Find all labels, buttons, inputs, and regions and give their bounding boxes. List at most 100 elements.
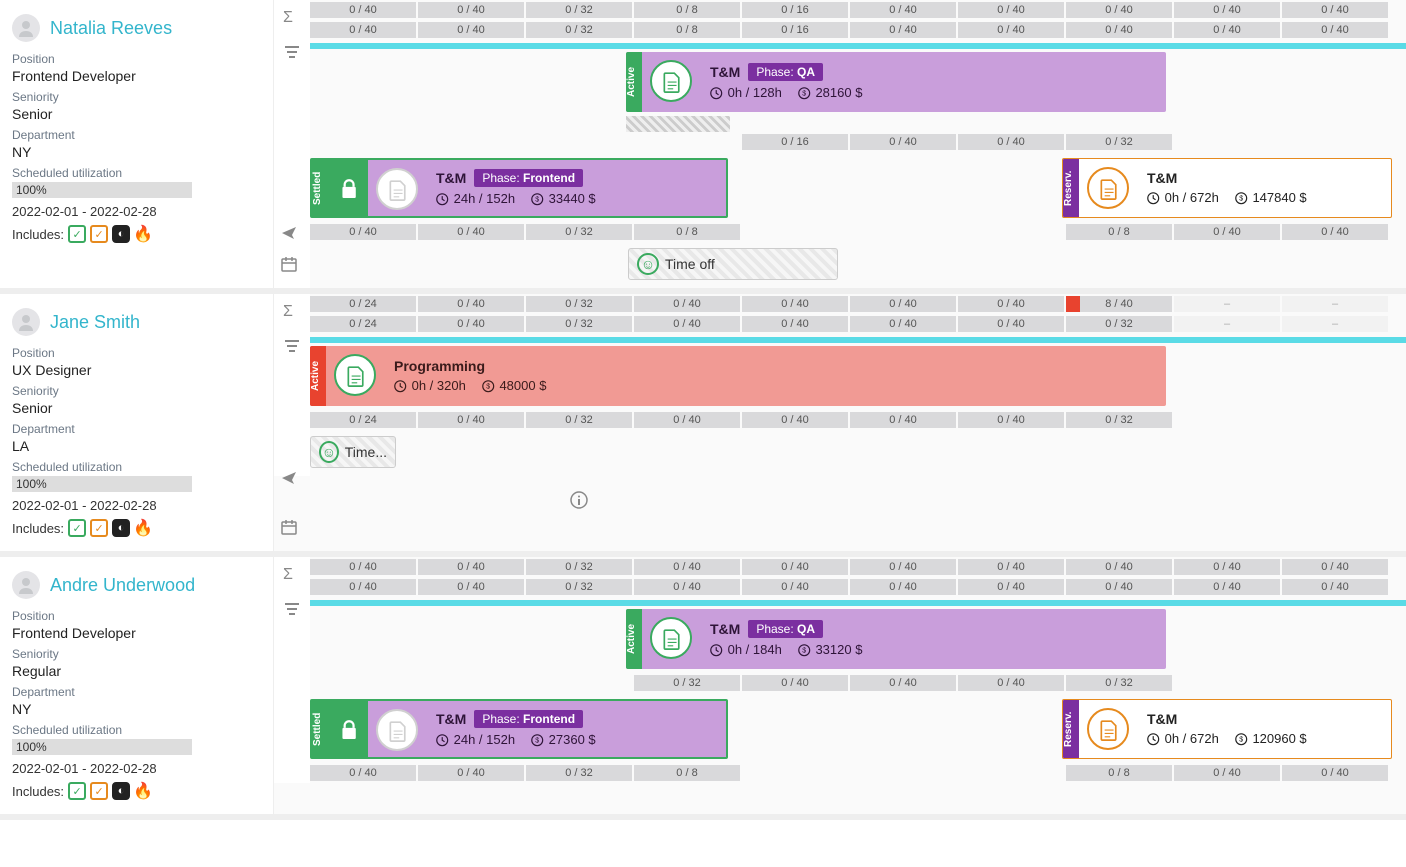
flame-icon: 🔥 (134, 225, 152, 243)
allocation-cell: 0 / 40 (1174, 765, 1280, 781)
allocation-cell: – (1282, 296, 1388, 312)
allocation-block[interactable]: Active Programming 0h / 320h 48000 $ (310, 346, 1166, 406)
allocation-cell: 0 / 40 (850, 559, 956, 575)
row-icon-column (274, 294, 310, 476)
status-tab: Reserv. (1063, 700, 1079, 758)
allocation-block[interactable]: Active T&M Phase: QA 0h / 184h 33120 $ (626, 609, 1166, 669)
allocation-block[interactable]: Reserv. T&M 0h / 672h 147840 $ (1062, 158, 1392, 218)
allocation-cell: 0 / 32 (526, 765, 632, 781)
flame-icon: 🔥 (134, 782, 152, 800)
person-name-link[interactable]: Jane Smith (50, 312, 140, 333)
label-position: Position (12, 52, 261, 66)
status-tab: Settled (312, 160, 328, 216)
timeline-marker (310, 337, 1406, 343)
allocation-cell: 0 / 40 (1282, 22, 1388, 38)
allocation-cell: 0 / 40 (1282, 579, 1388, 595)
includes-row: Includes: ✓ ✓ ◐ 🔥 (12, 225, 261, 243)
cost-stat: 28160 $ (798, 85, 863, 101)
allocation-cell: 0 / 32 (1066, 412, 1172, 428)
allocation-cell: 0 / 40 (1282, 2, 1388, 18)
allocation-cell: 0 / 40 (634, 296, 740, 312)
value-seniority: Senior (12, 106, 261, 122)
allocation-cell: 0 / 40 (310, 579, 416, 595)
allocation-cell: 0 / 32 (526, 224, 632, 240)
date-range: 2022-02-01 - 2022-02-28 (12, 498, 261, 513)
status-chip-reserved-icon: ✓ (90, 782, 108, 800)
person-name-link[interactable]: Andre Underwood (50, 575, 195, 596)
allocation-block[interactable]: Reserv. T&M 0h / 672h 120960 $ (1062, 699, 1392, 759)
hash-cell (626, 116, 730, 132)
plane-icon[interactable] (280, 223, 298, 244)
person-row: Jane Smith Position UX Designer Seniorit… (0, 294, 1406, 557)
sigma-icon[interactable] (283, 565, 301, 586)
calendar-icon[interactable] (280, 255, 298, 276)
filter-icon[interactable] (283, 600, 301, 621)
status-tab: Reserv. (1063, 159, 1079, 217)
allocation-cell: 0 / 40 (418, 296, 524, 312)
allocation-cell: 0 / 32 (526, 579, 632, 595)
hours-stat: 0h / 184h (710, 642, 782, 658)
value-seniority: Regular (12, 663, 261, 679)
timeoff-block[interactable]: ☺ Time... (310, 436, 396, 468)
value-position: UX Designer (12, 362, 261, 378)
includes-row: Includes: ✓ ✓ ◐ 🔥 (12, 519, 261, 537)
allocation-block[interactable]: Active T&M Phase: QA 0h / 128h 28160 $ (626, 52, 1166, 112)
hours-stat: 0h / 320h (394, 378, 466, 394)
hours-stat: 0h / 672h (1147, 190, 1219, 206)
allocation-block[interactable]: Settled T&M Phase: Frontend 24h / 152h 2… (310, 699, 728, 759)
hours-stat: 24h / 152h (436, 732, 515, 748)
label-department: Department (12, 685, 261, 699)
row-icon-column (274, 557, 310, 783)
utilization-bar: 100% (12, 476, 192, 492)
allocation-cell: 0 / 40 (310, 224, 416, 240)
document-icon (376, 709, 418, 751)
allocation-cell: – (1174, 296, 1280, 312)
person-ring-icon: ☺ (637, 253, 659, 275)
plane-icon[interactable] (280, 468, 298, 489)
allocation-cell: 0 / 40 (742, 316, 848, 332)
document-icon (376, 168, 418, 210)
allocation-cell: 0 / 40 (850, 134, 956, 150)
timeoff-block[interactable]: ☺ Time off (628, 248, 838, 280)
phase-badge: Phase: QA (748, 620, 823, 638)
filter-icon[interactable] (283, 337, 301, 358)
allocation-cell: 0 / 40 (958, 412, 1064, 428)
allocation-cell: 0 / 40 (310, 2, 416, 18)
allocation-cell: 0 / 40 (850, 296, 956, 312)
sigma-icon[interactable] (283, 302, 301, 323)
person-sidebar: Andre Underwood Position Frontend Develo… (0, 557, 274, 814)
calendar-icon[interactable] (280, 518, 298, 539)
allocation-cell: – (1282, 316, 1388, 332)
allocation-cell: 0 / 40 (742, 559, 848, 575)
status-tab: Settled (312, 701, 328, 757)
person-name-link[interactable]: Natalia Reeves (50, 18, 172, 39)
utilization-bar: 100% (12, 739, 192, 755)
allocation-cell: 0 / 40 (1174, 22, 1280, 38)
allocation-cell: 0 / 40 (958, 2, 1064, 18)
allocation-cell: 0 / 40 (418, 765, 524, 781)
allocation-cell: 0 / 8 (634, 765, 740, 781)
phase-badge: Phase: Frontend (474, 169, 583, 187)
allocation-cell: 0 / 40 (310, 765, 416, 781)
info-icon[interactable] (570, 491, 588, 512)
allocation-cell: 0 / 40 (958, 675, 1064, 691)
allocation-cell: 0 / 8 (634, 224, 740, 240)
value-position: Frontend Developer (12, 68, 261, 84)
filter-icon[interactable] (283, 43, 301, 64)
sigma-icon[interactable] (283, 8, 301, 29)
date-range: 2022-02-01 - 2022-02-28 (12, 204, 261, 219)
label-seniority: Seniority (12, 90, 261, 104)
allocation-block[interactable]: Settled T&M Phase: Frontend 24h / 152h 3… (310, 158, 728, 218)
value-department: NY (12, 701, 261, 717)
allocation-cell: 0 / 32 (526, 22, 632, 38)
allocation-cell: 0 / 40 (850, 675, 956, 691)
block-title: T&M (1147, 170, 1177, 186)
hours-stat: 0h / 672h (1147, 731, 1219, 747)
value-department: LA (12, 438, 261, 454)
allocation-cell: 0 / 40 (958, 296, 1064, 312)
lock-icon (328, 701, 368, 757)
allocation-cell: 0 / 40 (958, 316, 1064, 332)
timeline: 0 / 400 / 400 / 320 / 80 / 160 / 400 / 4… (274, 0, 1406, 288)
label-department: Department (12, 128, 261, 142)
allocation-cell: 0 / 40 (418, 2, 524, 18)
